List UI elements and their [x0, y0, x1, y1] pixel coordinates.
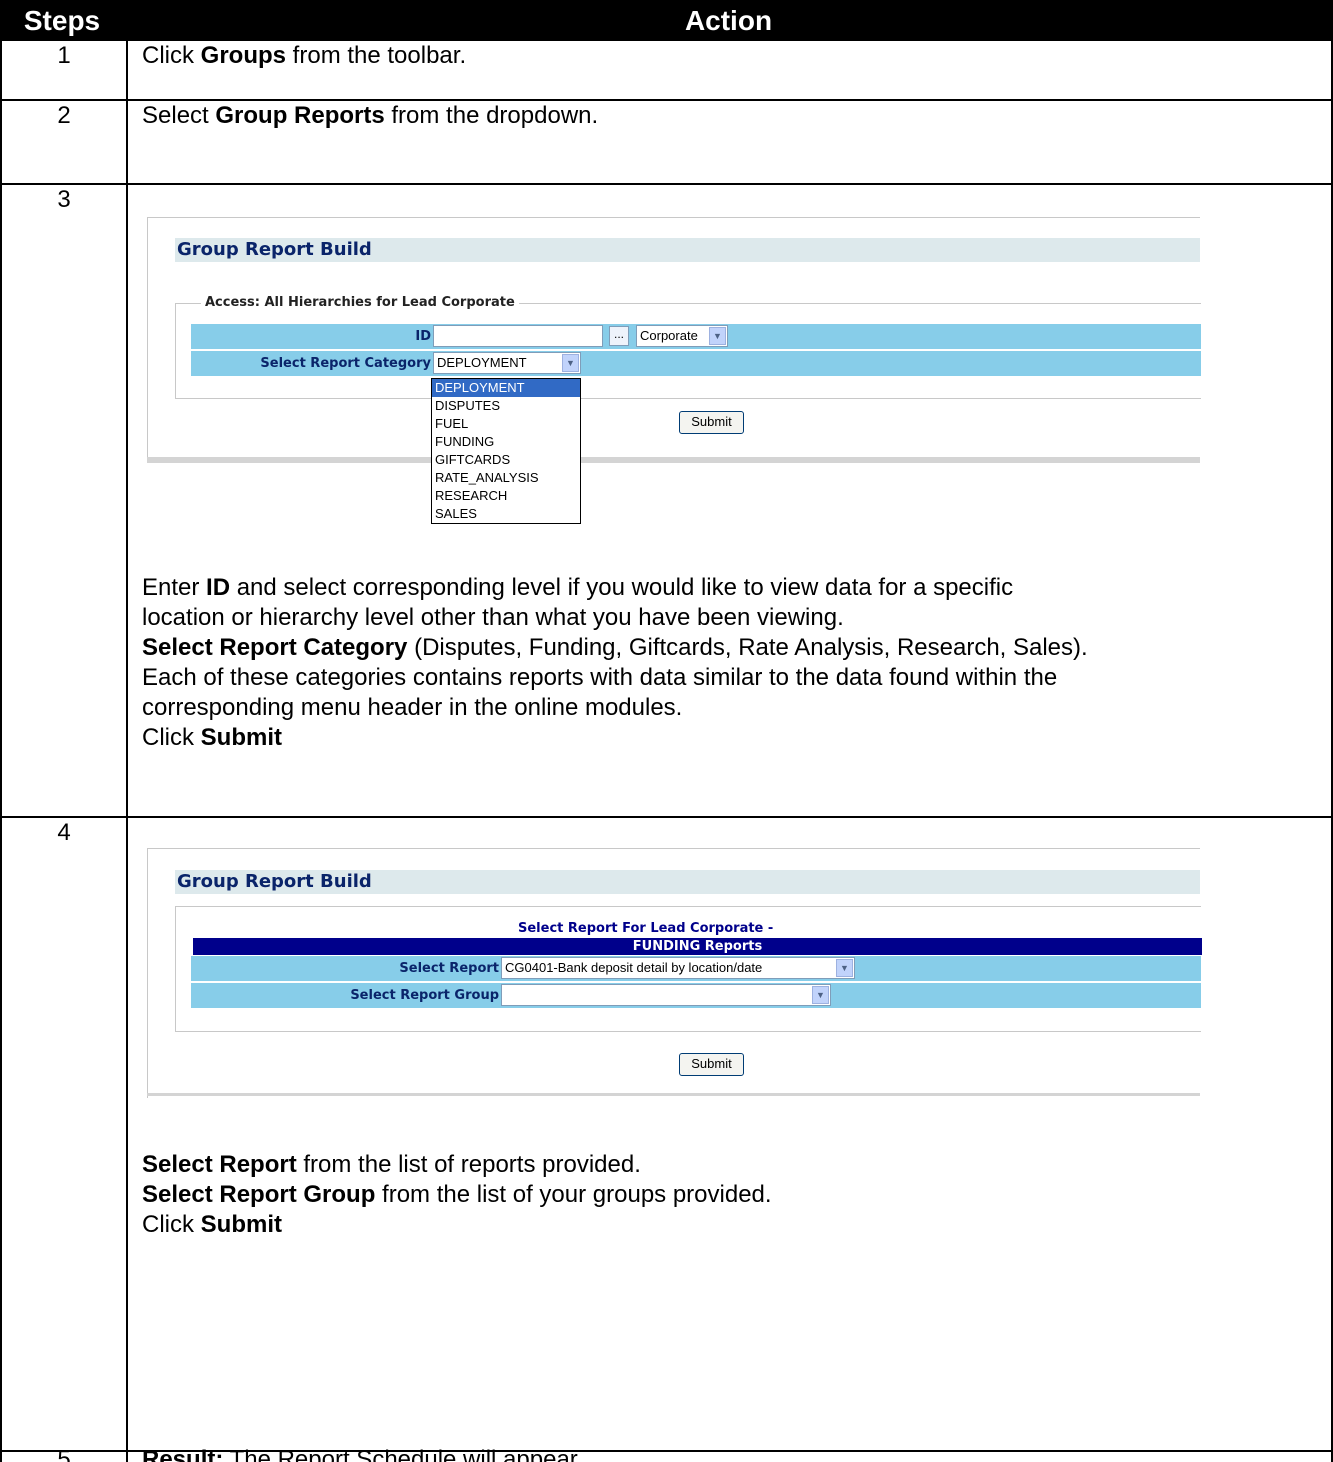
report-row: Select Report CG0401-Bank deposit detail…: [190, 955, 1202, 982]
step-number: 2: [57, 102, 71, 129]
submit-button[interactable]: Submit: [679, 1053, 744, 1076]
category-row: Select Report Category DEPLOYMENT ▼: [190, 350, 1202, 377]
section-header: FUNDING Reports: [193, 938, 1202, 955]
step-row-4: 4 Group Report Build Select Report For L…: [0, 818, 1333, 1452]
category-option[interactable]: DISPUTES: [432, 397, 580, 415]
instruction-line: location or hierarchy level other than w…: [142, 604, 844, 631]
screenshot-group-report-build: Group Report Build Select Report For Lea…: [147, 848, 1202, 1098]
access-legend: Access: All Hierarchies for Lead Corpora…: [201, 295, 519, 310]
category-option[interactable]: FUEL: [432, 415, 580, 433]
instruction-line: corresponding menu header in the online …: [142, 694, 683, 721]
category-option[interactable]: GIFTCARDS: [432, 451, 580, 469]
instruction-line: Select Report from the list of reports p…: [142, 1151, 641, 1178]
id-input[interactable]: [433, 325, 603, 347]
chevron-down-icon: ▼: [562, 354, 579, 372]
step-instruction: Result: The Report Schedule will appear.: [142, 1446, 584, 1462]
instruction-line: Select Report Category (Disputes, Fundin…: [142, 634, 1088, 661]
step-instructions: Enter ID and select corresponding level …: [142, 573, 1088, 753]
step-number: 4: [57, 819, 71, 846]
access-fieldset: Access: All Hierarchies for Lead Corpora…: [175, 295, 1202, 399]
chevron-down-icon: ▼: [812, 986, 829, 1004]
report-select[interactable]: CG0401-Bank deposit detail by location/d…: [501, 957, 855, 979]
id-row: ID ... Corporate ▼: [190, 323, 1202, 350]
step-number: 3: [57, 186, 71, 213]
category-option[interactable]: DEPLOYMENT: [432, 379, 580, 397]
category-option[interactable]: RESEARCH: [432, 487, 580, 505]
category-option[interactable]: SALES: [432, 505, 580, 523]
chevron-down-icon: ▼: [836, 959, 853, 977]
report-group-row: Select Report Group ▼: [190, 982, 1202, 1009]
step-row-5: 5 Result: The Report Schedule will appea…: [0, 1446, 1333, 1462]
header-action: Action: [684, 5, 773, 36]
category-dropdown-list[interactable]: DEPLOYMENT DISPUTES FUEL FUNDING GIFTCARDS RA…: [431, 378, 581, 524]
page-title: Group Report Build: [175, 238, 1200, 262]
category-select[interactable]: DEPLOYMENT ▼: [433, 352, 581, 374]
select-report-for-label: Select Report For Lead Corporate -: [518, 921, 774, 936]
step-instruction: Select Group Reports from the dropdown.: [142, 102, 599, 129]
page-title: Group Report Build: [175, 870, 1200, 894]
id-label: ID: [415, 329, 431, 344]
report-group-label: Select Report Group: [350, 988, 499, 1003]
category-option[interactable]: RATE_ANALYSIS: [432, 469, 580, 487]
step-row-2: 2 Select Group Reports from the dropdown…: [0, 101, 1333, 185]
report-group-select[interactable]: ▼: [501, 984, 831, 1006]
instruction-line: Each of these categories contains report…: [142, 664, 1058, 691]
instruction-line: Enter ID and select corresponding level …: [142, 574, 1014, 601]
step-row-1: 1 Click Groups from the toolbar.: [0, 41, 1333, 101]
category-label: Select Report Category: [260, 356, 431, 371]
instruction-line: Click Submit: [142, 724, 282, 751]
header-steps: Steps: [23, 5, 101, 36]
submit-button[interactable]: Submit: [679, 411, 744, 434]
report-fieldset: Select Report For Lead Corporate - FUNDI…: [175, 906, 1202, 1032]
step-number: 1: [57, 42, 71, 69]
lookup-button[interactable]: ...: [609, 326, 629, 346]
category-option[interactable]: FUNDING: [432, 433, 580, 451]
step-instruction: Click Groups from the toolbar.: [142, 42, 467, 69]
report-label: Select Report: [399, 961, 499, 976]
instruction-line: Select Report Group from the list of you…: [142, 1181, 772, 1208]
chevron-down-icon: ▼: [709, 327, 726, 345]
step-row-3: 3 Group Report Build Access: All Hierarc…: [0, 185, 1333, 818]
screenshot-group-report-build: Group Report Build Access: All Hierarchi…: [147, 217, 1202, 524]
instruction-line: Click Submit: [142, 1211, 282, 1238]
level-select[interactable]: Corporate ▼: [636, 325, 728, 347]
step-number: 5: [57, 1446, 71, 1462]
table-header: Steps Action: [0, 0, 1333, 41]
step-instructions: Select Report from the list of reports p…: [142, 1150, 772, 1240]
